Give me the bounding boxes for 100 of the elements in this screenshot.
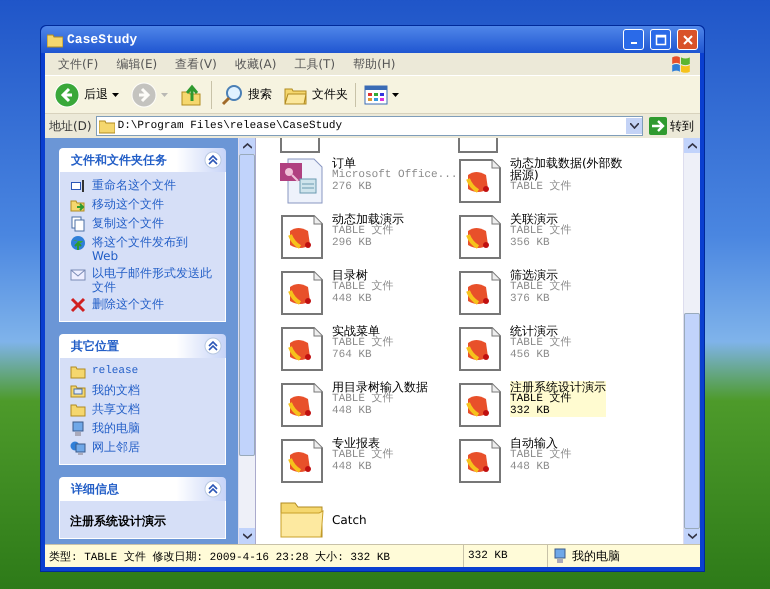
folder-icon (47, 32, 63, 48)
maximize-button[interactable] (650, 29, 671, 50)
caret-icon (161, 92, 168, 96)
scroll-down-button[interactable] (239, 528, 255, 544)
documents-icon (70, 383, 86, 399)
file-type: TABLE 文件 (510, 281, 572, 293)
collapse-icon[interactable] (204, 337, 222, 355)
task-link[interactable]: 以电子邮件形式发送此文件 (92, 266, 212, 294)
file-size: 356 KB (510, 237, 551, 249)
file-name: 统计演示 (510, 325, 558, 337)
file-size: 376 KB (510, 293, 551, 305)
task-link[interactable]: release (92, 364, 138, 378)
panel-header[interactable]: 文件和文件夹任务 (59, 148, 226, 172)
file-size: 764 KB (332, 349, 373, 361)
file-item[interactable]: 关联演示 TABLE 文件 356 KB (456, 210, 634, 266)
file-item[interactable]: 动态加载数据(外部数据源) TABLE 文件 (456, 154, 634, 210)
task-link[interactable]: 重命名这个文件 (92, 178, 176, 192)
publish-icon (70, 235, 86, 251)
status-text: 类型: TABLE 文件 修改日期: 2009-4-16 23:28 大小: 332 KB (49, 550, 390, 564)
copy-icon (70, 216, 86, 232)
menu-item[interactable]: 查看(V) (166, 56, 226, 72)
panel-header[interactable]: 详细信息 (59, 477, 226, 501)
file-type: TABLE 文件 (510, 393, 572, 405)
computer-icon (552, 548, 568, 564)
menu-item[interactable]: 文件(F) (49, 56, 108, 72)
file-item[interactable]: 目录树 TABLE 文件 448 KB (278, 266, 456, 322)
file-type: TABLE 文件 (510, 225, 572, 237)
file-item[interactable]: 统计演示 TABLE 文件 456 KB (456, 322, 634, 378)
search-button[interactable]: 搜索 (211, 80, 277, 108)
chevron-down-icon (630, 123, 638, 129)
file-name: 自动输入 (510, 437, 558, 449)
table-file-icon (456, 157, 504, 205)
table-file-icon (278, 381, 326, 429)
go-button[interactable]: 转到 (647, 117, 696, 135)
file-name: 目录树 (332, 269, 369, 281)
table-file-icon (278, 269, 326, 317)
task-link[interactable]: 我的文档 (92, 383, 140, 397)
file-size: 448 KB (332, 461, 373, 473)
rename-icon (70, 178, 86, 194)
file-type: TABLE 文件 (332, 393, 394, 405)
close-icon (682, 34, 694, 46)
task-link[interactable]: 共享文档 (92, 402, 140, 416)
scroll-thumb[interactable] (239, 154, 255, 456)
file-size: 332 KB (510, 405, 551, 417)
minimize-button[interactable] (623, 29, 644, 50)
file-item[interactable]: 用目录树输入数据 TABLE 文件 448 KB (278, 378, 456, 434)
network-icon (70, 440, 86, 456)
detail-file-name: 注册系统设计演示 (70, 513, 167, 530)
task-link[interactable]: 复制这个文件 (92, 216, 164, 230)
computer-icon (70, 421, 86, 437)
file-name: 用目录树输入数据 (332, 381, 428, 393)
views-icon (364, 84, 388, 104)
menu-item[interactable]: 编辑(E) (107, 56, 166, 72)
back-button[interactable]: 后退 (49, 80, 124, 110)
file-type: TABLE 文件 (510, 181, 573, 193)
table-file-icon (456, 269, 504, 317)
panel-header[interactable]: 其它位置 (59, 334, 226, 358)
table-file-icon (278, 213, 326, 261)
dropdown-button[interactable] (626, 118, 642, 134)
task-link[interactable]: 移动这个文件 (92, 197, 164, 211)
task-link[interactable]: 删除这个文件 (92, 297, 164, 311)
file-item[interactable]: 自动输入 TABLE 文件 448 KB (456, 434, 634, 490)
file-name: 订单 (332, 157, 356, 169)
file-name: 动态加载数据(外部数据源) (510, 157, 624, 181)
scroll-down-button[interactable] (684, 528, 700, 544)
maximize-icon (654, 34, 666, 46)
scroll-up-button[interactable] (239, 138, 255, 154)
close-button[interactable] (677, 29, 698, 50)
chevron-down-icon (242, 533, 252, 539)
chevron-down-icon (688, 533, 696, 540)
file-type: TABLE 文件 (332, 281, 394, 293)
caret-icon (112, 92, 119, 96)
address-field[interactable]: D:\Program Files\release\CaseStudy (96, 116, 643, 136)
file-item[interactable]: 筛选演示 TABLE 文件 376 KB (456, 266, 634, 322)
file-item[interactable]: 实战菜单 TABLE 文件 764 KB (278, 322, 456, 378)
folder-icon (98, 118, 115, 134)
task-link[interactable]: 网上邻居 (92, 440, 140, 454)
collapse-icon[interactable] (204, 480, 222, 498)
file-item[interactable]: 专业报表 TABLE 文件 448 KB (278, 434, 456, 490)
menu-item[interactable]: 收藏(A) (226, 56, 286, 72)
menu-item[interactable]: 帮助(H) (344, 56, 404, 72)
file-type: TABLE 文件 (510, 337, 572, 349)
scroll-thumb[interactable] (684, 313, 700, 528)
file-size: 456 KB (510, 349, 551, 361)
file-type: TABLE 文件 (332, 225, 394, 237)
file-item[interactable]: 订单 Microsoft Office... 276 KB (278, 154, 456, 210)
file-item[interactable]: 注册系统设计演示 TABLE 文件 332 KB (456, 378, 634, 434)
file-item[interactable]: 动态加载演示 TABLE 文件 296 KB (278, 210, 456, 266)
file-type: TABLE 文件 (332, 337, 394, 349)
address-label: 地址(D) (49, 118, 92, 134)
folders-button[interactable]: 文件夹 (279, 82, 353, 108)
menu-item[interactable]: 工具(T) (285, 56, 344, 72)
task-link[interactable]: 我的电脑 (92, 421, 140, 435)
file-name: Catch (332, 514, 367, 526)
task-link[interactable]: 将这个文件发布到 Web (92, 235, 212, 263)
file-size: 276 KB (332, 181, 373, 193)
scroll-up-button[interactable] (684, 138, 700, 154)
collapse-icon[interactable] (204, 151, 222, 169)
minimize-icon (630, 42, 636, 44)
file-item[interactable]: Catch (278, 490, 456, 546)
